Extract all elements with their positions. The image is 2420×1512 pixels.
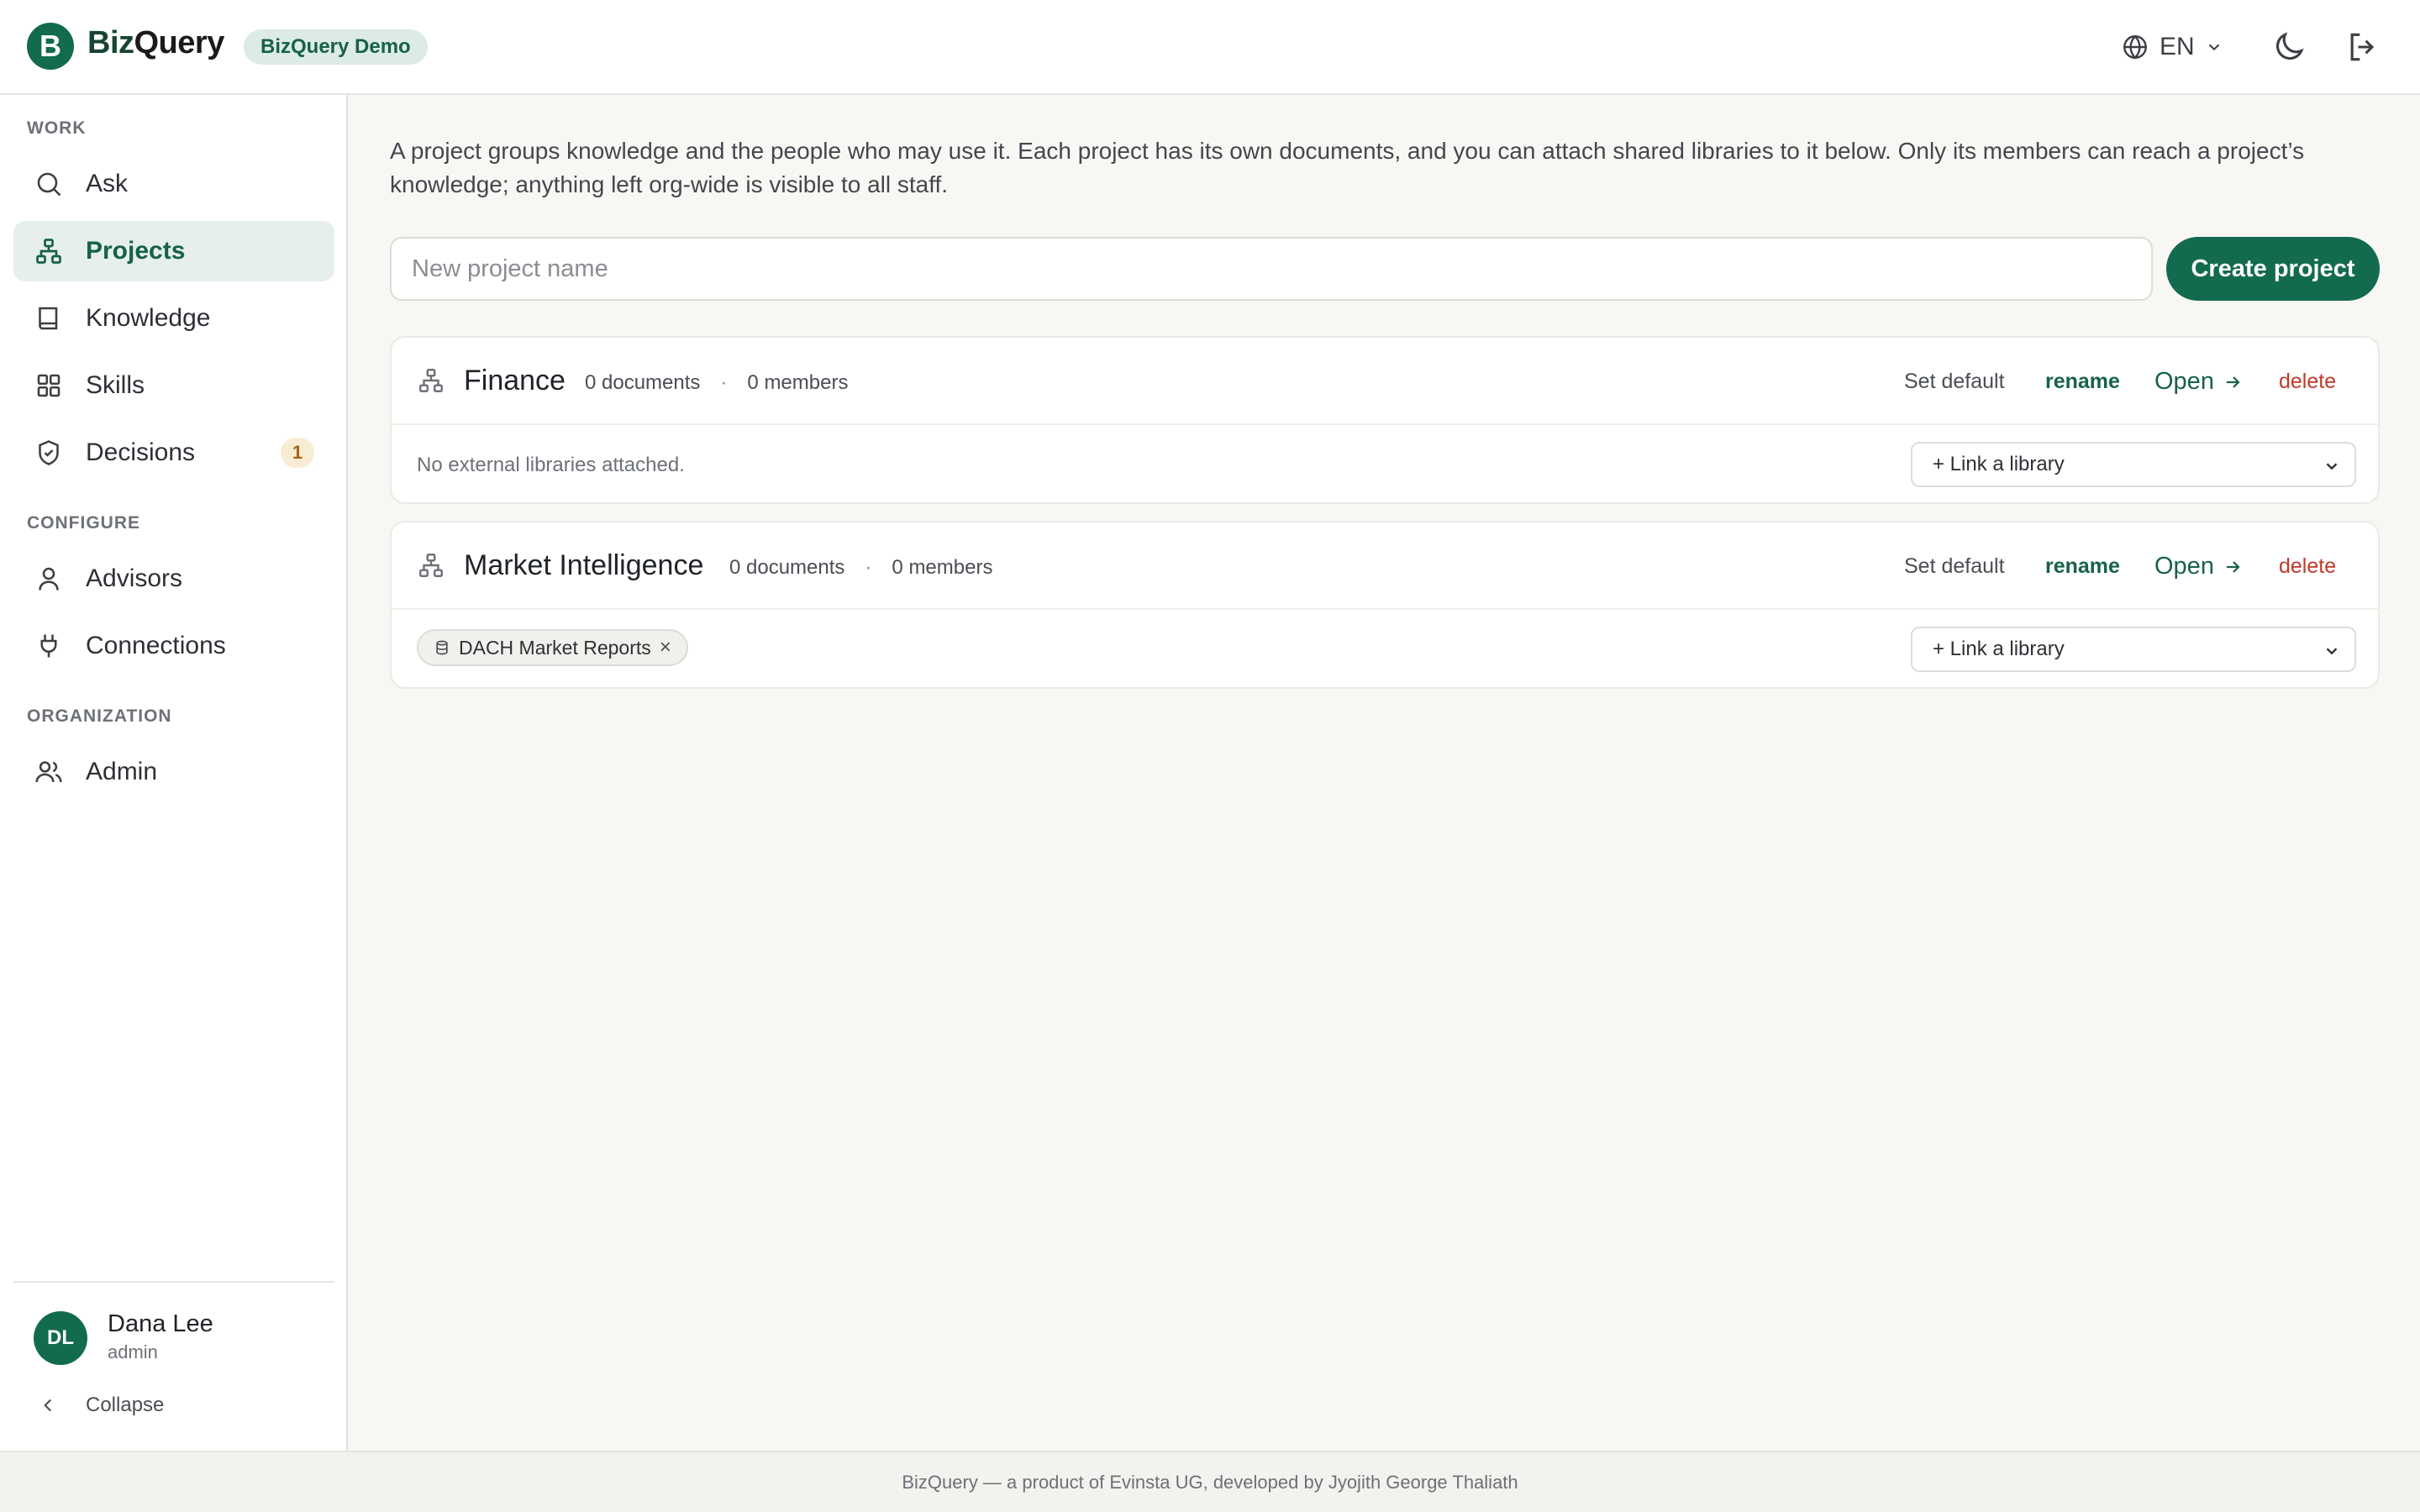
language-selector[interactable]: EN	[2121, 29, 2223, 66]
link-library-select[interactable]: + Link a library	[1911, 627, 2356, 672]
users-icon	[34, 757, 64, 787]
logo-mark: B	[27, 23, 74, 70]
sidebar-item-label: Ask	[86, 170, 129, 197]
sidebar-item-label: Admin	[86, 758, 158, 785]
avatar[interactable]: DL	[34, 1311, 87, 1365]
sidebar-item-label: Projects	[86, 237, 186, 265]
project-card-market-intelligence: Market Intelligence 0 documents · 0 memb…	[390, 521, 2380, 689]
sidebar-item-decisions[interactable]: Decisions 1	[13, 423, 334, 483]
project-actions: Set default rename Open delete	[1904, 553, 2336, 580]
search-icon	[34, 169, 64, 199]
hierarchy-icon	[34, 236, 64, 266]
moon-icon[interactable]	[2270, 29, 2307, 66]
sidebar-item-knowledge[interactable]: Knowledge	[13, 288, 334, 349]
person-icon	[34, 564, 64, 594]
arrow-right-icon	[2226, 375, 2240, 388]
sidebar-item-label: Connections	[86, 632, 226, 659]
create-project-button[interactable]: Create project	[2166, 237, 2380, 301]
section-label-configure: CONFIGURE	[27, 513, 140, 533]
link-library-label: + Link a library	[1933, 638, 2065, 660]
meta-separator: ·	[865, 556, 872, 579]
footer-text: BizQuery — a product of Evinsta UG, deve…	[902, 1471, 1518, 1493]
sidebar-item-skills[interactable]: Skills	[13, 355, 334, 416]
project-actions: Set default rename Open delete	[1904, 368, 2336, 396]
sidebar-item-connections[interactable]: Connections	[13, 616, 334, 676]
section-label-organization: ORGANIZATION	[27, 706, 172, 726]
sidebar-item-ask[interactable]: Ask	[13, 154, 334, 214]
project-meta: 0 documents · 0 members	[729, 556, 992, 580]
user-name: Dana Lee	[108, 1310, 213, 1337]
sidebar-item-label: Knowledge	[86, 304, 211, 332]
sidebar-item-admin[interactable]: Admin	[13, 742, 334, 802]
logout-icon[interactable]	[2344, 29, 2381, 66]
language-code: EN	[2160, 33, 2195, 60]
project-card-header: Finance 0 documents · 0 members Set defa…	[392, 338, 2378, 425]
remove-library-button[interactable]: ×	[660, 636, 671, 659]
documents-count: 0 documents	[585, 371, 701, 394]
decisions-count-badge: 1	[281, 438, 314, 468]
project-name: Market Intelligence	[464, 549, 704, 581]
demo-badge: BizQuery Demo	[244, 29, 428, 65]
grid-icon	[34, 370, 64, 401]
project-libraries-row: DACH Market Reports × + Link a library	[392, 610, 2378, 687]
link-library-select[interactable]: + Link a library	[1911, 442, 2356, 487]
delete-button[interactable]: delete	[2279, 370, 2336, 394]
set-default-button[interactable]: Set default	[1904, 554, 2045, 579]
rename-button[interactable]: rename	[2045, 554, 2154, 579]
sidebar-divider	[13, 1281, 334, 1283]
project-libraries-row: No external libraries attached. + Link a…	[392, 425, 2378, 502]
open-label: Open	[2154, 553, 2214, 580]
brand-primary: Biz	[87, 25, 134, 60]
project-card-finance: Finance 0 documents · 0 members Set defa…	[390, 336, 2380, 504]
brand-secondary: Query	[134, 25, 225, 60]
section-label-work: WORK	[27, 118, 87, 138]
members-count: 0 members	[747, 371, 849, 394]
chevron-left-icon	[37, 1394, 59, 1416]
top-header: B BizQuery BizQuery Demo EN	[0, 0, 2420, 95]
members-count: 0 members	[892, 556, 993, 579]
chevron-down-icon	[2326, 463, 2338, 470]
project-name: Finance	[464, 365, 566, 396]
sidebar-item-projects[interactable]: Projects	[13, 221, 334, 281]
page-intro: A project groups knowledge and the peopl…	[390, 138, 2305, 197]
new-project-name-input[interactable]	[390, 237, 2153, 301]
meta-separator: ·	[720, 371, 728, 394]
globe-icon	[2121, 33, 2149, 61]
collapse-button[interactable]: Collapse	[37, 1394, 164, 1417]
sidebar-item-label: Decisions	[86, 438, 196, 466]
footer: BizQuery — a product of Evinsta UG, deve…	[0, 1451, 2420, 1512]
link-library-label: + Link a library	[1933, 453, 2065, 475]
shield-check-icon	[34, 438, 64, 468]
open-button[interactable]: Open	[2154, 368, 2279, 396]
documents-count: 0 documents	[729, 556, 845, 579]
brand-name: BizQuery	[87, 25, 224, 61]
project-meta: 0 documents · 0 members	[585, 371, 848, 395]
collapse-label: Collapse	[86, 1394, 165, 1416]
sidebar-item-label: Skills	[86, 371, 145, 399]
project-card-header: Market Intelligence 0 documents · 0 memb…	[392, 522, 2378, 610]
set-default-button[interactable]: Set default	[1904, 370, 2045, 394]
chevron-down-icon	[2326, 648, 2338, 655]
hierarchy-icon	[417, 366, 445, 395]
chevron-down-icon	[2205, 38, 2223, 56]
no-libraries-text: No external libraries attached.	[417, 454, 685, 476]
library-chip-label: DACH Market Reports	[459, 636, 651, 659]
sidebar: WORK Ask Projects Knowledge Skills Decis…	[0, 95, 348, 1451]
delete-button[interactable]: delete	[2279, 554, 2336, 579]
database-icon	[436, 640, 448, 655]
arrow-right-icon	[2226, 560, 2240, 573]
open-label: Open	[2154, 368, 2214, 395]
sidebar-item-advisors[interactable]: Advisors	[13, 549, 334, 609]
sidebar-item-label: Advisors	[86, 564, 183, 592]
open-button[interactable]: Open	[2154, 553, 2279, 580]
book-icon	[34, 303, 64, 333]
rename-button[interactable]: rename	[2045, 370, 2154, 394]
hierarchy-icon	[417, 551, 445, 580]
plug-icon	[34, 631, 64, 661]
user-role: admin	[108, 1341, 158, 1362]
library-chip: DACH Market Reports ×	[417, 629, 688, 666]
